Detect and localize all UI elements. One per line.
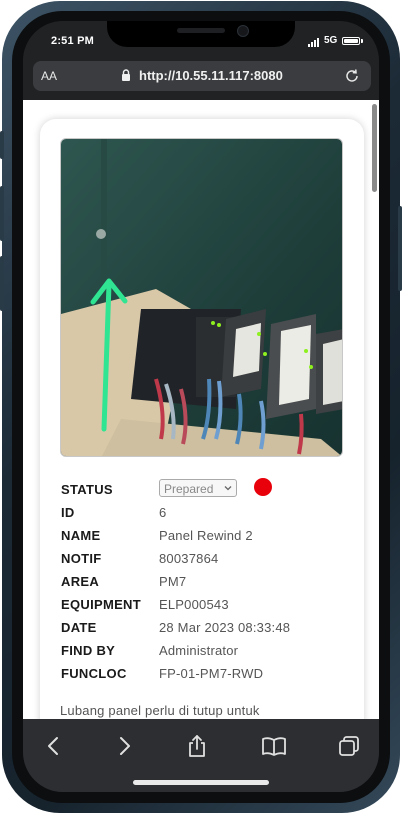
page-scrollbar[interactable] bbox=[372, 104, 377, 192]
detail-row-funcloc: FUNCLOC FP-01-PM7-RWD bbox=[61, 666, 351, 689]
status-select-value: Prepared bbox=[164, 482, 214, 496]
date-value: 28 Mar 2023 08:33:48 bbox=[159, 620, 291, 635]
screen: 2:51 PM 5G AA http://10.55.11.117:8080 S… bbox=[23, 21, 379, 792]
detail-row-name: NAME Panel Rewind 2 bbox=[61, 528, 351, 551]
detail-row-notif: NOTIF 80037864 bbox=[61, 551, 351, 574]
id-label: ID bbox=[61, 505, 75, 520]
find-by-value: Administrator bbox=[159, 643, 239, 658]
mute-switch bbox=[0, 131, 4, 159]
notif-value: 80037864 bbox=[159, 551, 219, 566]
status-label: STATUS bbox=[61, 482, 113, 497]
finding-description: Lubang panel perlu di tutup untuk bbox=[60, 703, 260, 718]
status-bar: 2:51 PM 5G bbox=[23, 21, 379, 61]
detail-row-find-by: FIND BY Administrator bbox=[61, 643, 351, 666]
funcloc-value: FP-01-PM7-RWD bbox=[159, 666, 264, 681]
network-type: 5G bbox=[324, 35, 338, 46]
back-icon[interactable] bbox=[41, 733, 67, 759]
bookmarks-icon[interactable] bbox=[261, 733, 287, 759]
detail-row-area: AREA PM7 bbox=[61, 574, 351, 597]
share-icon[interactable] bbox=[184, 733, 210, 759]
status-indicator-dot bbox=[254, 478, 272, 496]
name-value: Panel Rewind 2 bbox=[159, 528, 253, 543]
lock-icon bbox=[122, 69, 130, 81]
signal-icon bbox=[308, 38, 319, 47]
web-page[interactable]: STATUS Prepared ID 6 NAME Panel Rewind 2… bbox=[23, 100, 379, 719]
name-label: NAME bbox=[61, 528, 101, 543]
front-camera bbox=[237, 25, 249, 37]
reload-icon[interactable] bbox=[343, 67, 361, 85]
status-time: 2:51 PM bbox=[51, 35, 94, 47]
detail-row-id: ID 6 bbox=[61, 505, 351, 528]
url-text[interactable]: http://10.55.11.117:8080 bbox=[139, 68, 283, 83]
funcloc-label: FUNCLOC bbox=[61, 666, 127, 681]
finding-details: STATUS Prepared ID 6 NAME Panel Rewind 2… bbox=[61, 478, 351, 689]
find-by-label: FIND BY bbox=[61, 643, 116, 658]
detail-row-date: DATE 28 Mar 2023 08:33:48 bbox=[61, 620, 351, 643]
home-indicator[interactable] bbox=[133, 780, 269, 785]
volume-down-button bbox=[0, 256, 4, 311]
forward-icon[interactable] bbox=[111, 733, 137, 759]
area-value: PM7 bbox=[159, 574, 187, 589]
address-bar[interactable]: AA http://10.55.11.117:8080 bbox=[33, 61, 371, 91]
text-size-button[interactable]: AA bbox=[41, 69, 57, 83]
battery-tip bbox=[361, 39, 363, 43]
status-select[interactable]: Prepared bbox=[159, 479, 237, 497]
equipment-value: ELP000543 bbox=[159, 597, 229, 612]
finding-card: STATUS Prepared ID 6 NAME Panel Rewind 2… bbox=[40, 119, 364, 719]
detail-row-status: STATUS Prepared bbox=[61, 478, 351, 505]
battery-icon bbox=[342, 37, 360, 45]
id-value: 6 bbox=[159, 505, 167, 520]
equipment-label: EQUIPMENT bbox=[61, 597, 141, 612]
detail-row-equipment: EQUIPMENT ELP000543 bbox=[61, 597, 351, 620]
notif-label: NOTIF bbox=[61, 551, 102, 566]
volume-up-button bbox=[0, 186, 4, 241]
power-button bbox=[398, 206, 402, 291]
chevron-down-icon bbox=[224, 486, 232, 491]
notch bbox=[107, 21, 295, 47]
earpiece bbox=[177, 28, 225, 33]
date-label: DATE bbox=[61, 620, 97, 635]
area-label: AREA bbox=[61, 574, 100, 589]
finding-photo bbox=[60, 138, 343, 457]
tabs-icon[interactable] bbox=[336, 733, 362, 759]
